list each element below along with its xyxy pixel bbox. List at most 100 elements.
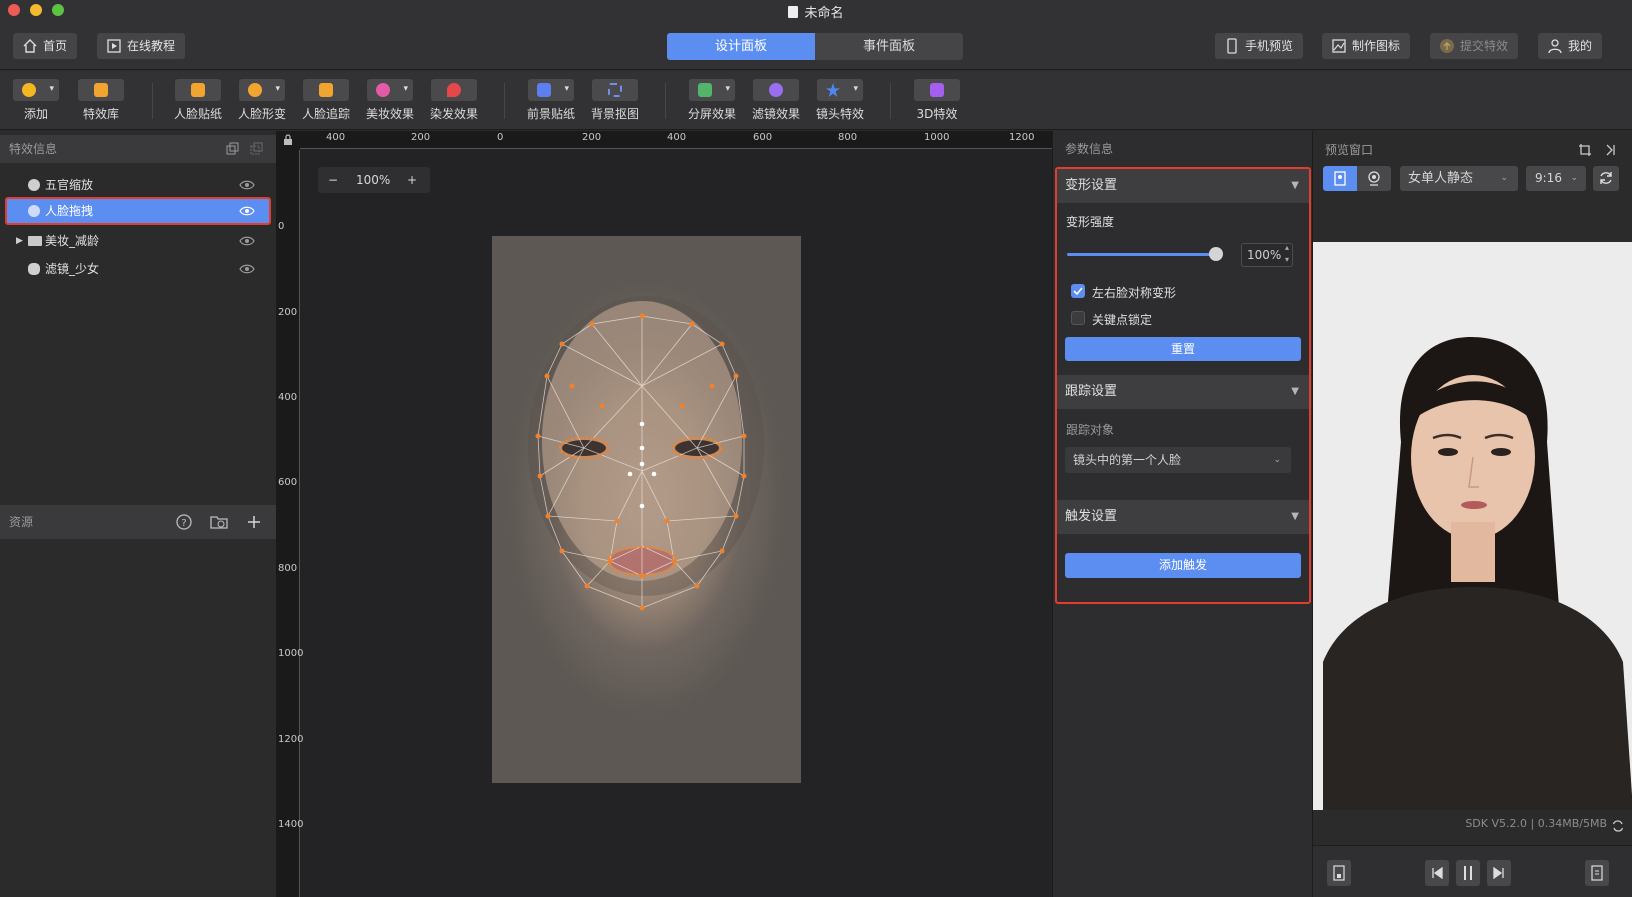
- tab-event-panel[interactable]: 事件面板: [815, 33, 963, 60]
- tracking-target-label: 跟踪对象: [1066, 423, 1115, 437]
- ruler-tick-label: 1200: [1009, 132, 1035, 143]
- canvas-area[interactable]: 400 200 0 200 400 600 800 1000 1200 0 20…: [276, 131, 1052, 897]
- zoom-in-button[interactable]: +: [407, 167, 417, 193]
- collapse-triangle-icon[interactable]: ▼: [1291, 169, 1299, 203]
- params-settings-group: 变形设置 ▼ 变形强度 100% ▴ ▾ 左右脸对称变形 关键点锁定 重置 跟踪设…: [1055, 167, 1311, 604]
- eye-icon[interactable]: [239, 236, 255, 246]
- crop-icon[interactable]: [1578, 143, 1592, 157]
- title-bar: 未命名: [0, 0, 1632, 22]
- face-deform-icon: [248, 83, 262, 97]
- checkmark-icon: [1073, 287, 1083, 296]
- ruler-tick-label: 400: [667, 132, 687, 143]
- add-resource-icon[interactable]: [246, 514, 262, 530]
- layer-item-selected[interactable]: 人脸拖拽: [5, 197, 271, 225]
- panel-tabs: 设计面板 事件面板: [667, 33, 963, 60]
- preview-panel-title: 预览窗口: [1325, 143, 1374, 157]
- preview-panel: 预览窗口 女单人静态 ⌄ 9:16 ⌄ SDK V5.2.0 | 0.34MB/…: [1312, 131, 1632, 897]
- home-button[interactable]: 首页: [13, 33, 78, 59]
- strength-value-input[interactable]: 100% ▴ ▾: [1241, 243, 1293, 267]
- help-icon[interactable]: ?: [176, 514, 192, 530]
- submit-effect-button[interactable]: 提交特效: [1430, 33, 1519, 59]
- ruler-tick-label: 0: [497, 132, 504, 143]
- foreground-icon: [537, 83, 551, 97]
- skip-back-icon: [1432, 867, 1443, 879]
- sync-icon[interactable]: [1611, 819, 1625, 833]
- zoom-out-button[interactable]: −: [328, 167, 338, 193]
- record-button[interactable]: [1585, 860, 1609, 886]
- add-trigger-button[interactable]: 添加触发: [1065, 553, 1301, 578]
- pause-button[interactable]: [1456, 860, 1480, 886]
- previous-frame-button[interactable]: [1425, 860, 1449, 886]
- toolbar: ▾ 添加 特效库 人脸贴纸 ▾ 人脸形变 人脸追踪 ▾ 美妆效果 染发效果 ▾ …: [0, 71, 1632, 130]
- face-sticker-tool[interactable]: 人脸贴纸: [174, 79, 222, 122]
- background-cutout-tool[interactable]: 背景抠图: [590, 79, 640, 122]
- phone-preview-button[interactable]: 手机预览: [1215, 33, 1304, 59]
- hair-dye-tool[interactable]: 染发效果: [430, 79, 478, 122]
- layer-item[interactable]: 滤镜_少女: [0, 255, 276, 283]
- effect-library-tool[interactable]: 特效库: [77, 79, 125, 122]
- tracking-settings-header[interactable]: 跟踪设置 ▼: [1057, 375, 1309, 409]
- symmetric-label: 左右脸对称变形: [1092, 286, 1177, 300]
- toolbar-divider: [504, 83, 505, 119]
- reset-button[interactable]: 重置: [1065, 337, 1301, 361]
- collapse-triangle-icon[interactable]: ▼: [1291, 500, 1299, 534]
- camera-mode-button[interactable]: [1357, 166, 1391, 191]
- tab-design-panel[interactable]: 设计面板: [667, 33, 815, 60]
- keypoint-lock-checkbox[interactable]: [1071, 311, 1085, 325]
- playback-bar: [1313, 845, 1632, 897]
- aspect-ratio-select[interactable]: 9:16 ⌄: [1526, 166, 1586, 191]
- copy-icon[interactable]: [226, 142, 240, 156]
- trigger-settings-header[interactable]: 触发设置 ▼: [1057, 500, 1309, 534]
- window-title: 未命名: [0, 2, 1632, 21]
- expand-arrow-icon[interactable]: ▶: [16, 227, 23, 255]
- makeup-tool[interactable]: ▾ 美妆效果: [366, 79, 414, 122]
- eye-icon[interactable]: [239, 180, 255, 190]
- image-mode-button[interactable]: [1323, 166, 1357, 191]
- layer-item[interactable]: 五官缩放: [0, 171, 276, 199]
- face-photo[interactable]: [492, 236, 801, 783]
- collapse-panel-icon[interactable]: [1604, 143, 1618, 157]
- eye-icon[interactable]: [239, 206, 255, 216]
- add-tool[interactable]: ▾ 添加: [13, 79, 59, 122]
- split-screen-tool[interactable]: ▾ 分屏效果: [687, 79, 737, 122]
- ruler-vertical: 0 200 400 600 800 1000 1200 1400: [276, 131, 303, 897]
- lock-icon[interactable]: [283, 134, 293, 146]
- make-icon-button[interactable]: 制作图标: [1322, 33, 1411, 59]
- face-deform-tool[interactable]: ▾ 人脸形变: [238, 79, 286, 122]
- ruler-tick-label: 800: [278, 563, 298, 574]
- tracking-target-select[interactable]: 镜头中的第一个人脸 ⌄: [1065, 447, 1291, 473]
- refresh-button[interactable]: [1593, 166, 1619, 191]
- layer-folder[interactable]: ▶ 美妆_减龄: [0, 227, 276, 255]
- stepper-arrows-icon[interactable]: ▴ ▾: [1285, 242, 1289, 266]
- face-mesh-overlay: [528, 296, 764, 611]
- dye-drop-icon: [447, 83, 461, 97]
- deform-settings-header[interactable]: 变形设置 ▼: [1057, 169, 1309, 203]
- duplicate-icon[interactable]: [250, 142, 264, 156]
- eye-icon[interactable]: [239, 264, 255, 274]
- svg-text:?: ?: [181, 518, 186, 529]
- zoom-control: − 100% +: [318, 167, 430, 193]
- collapse-triangle-icon[interactable]: ▼: [1291, 375, 1299, 409]
- new-folder-icon[interactable]: [210, 514, 228, 530]
- 3d-effect-tool[interactable]: 3D特效: [913, 79, 961, 122]
- pause-icon: [1464, 866, 1472, 880]
- foreground-sticker-tool[interactable]: ▾ 前景贴纸: [526, 79, 576, 122]
- face-tracking-tool[interactable]: 人脸追踪: [302, 79, 350, 122]
- next-frame-button[interactable]: [1487, 860, 1511, 886]
- symmetric-checkbox[interactable]: [1071, 284, 1085, 298]
- filter-tool[interactable]: 滤镜效果: [751, 79, 801, 122]
- folder-icon: [28, 236, 42, 246]
- face-tracking-icon: [319, 83, 333, 97]
- strength-slider[interactable]: [1067, 253, 1217, 256]
- lens-effect-tool[interactable]: ▾ 镜头特效: [815, 79, 865, 122]
- tutorial-button[interactable]: 在线教程: [97, 33, 186, 59]
- filter-icon: [769, 83, 783, 97]
- mine-button[interactable]: 我的: [1538, 33, 1603, 59]
- preview-model-select[interactable]: 女单人静态 ⌄: [1400, 166, 1518, 191]
- strength-slider-handle[interactable]: [1209, 247, 1223, 261]
- refresh-icon: [1600, 172, 1612, 184]
- chevron-down-icon: ▾: [564, 84, 569, 94]
- screenshot-button[interactable]: [1327, 860, 1351, 886]
- skip-forward-icon: [1493, 867, 1504, 879]
- ruler-tick-label: 200: [411, 132, 431, 143]
